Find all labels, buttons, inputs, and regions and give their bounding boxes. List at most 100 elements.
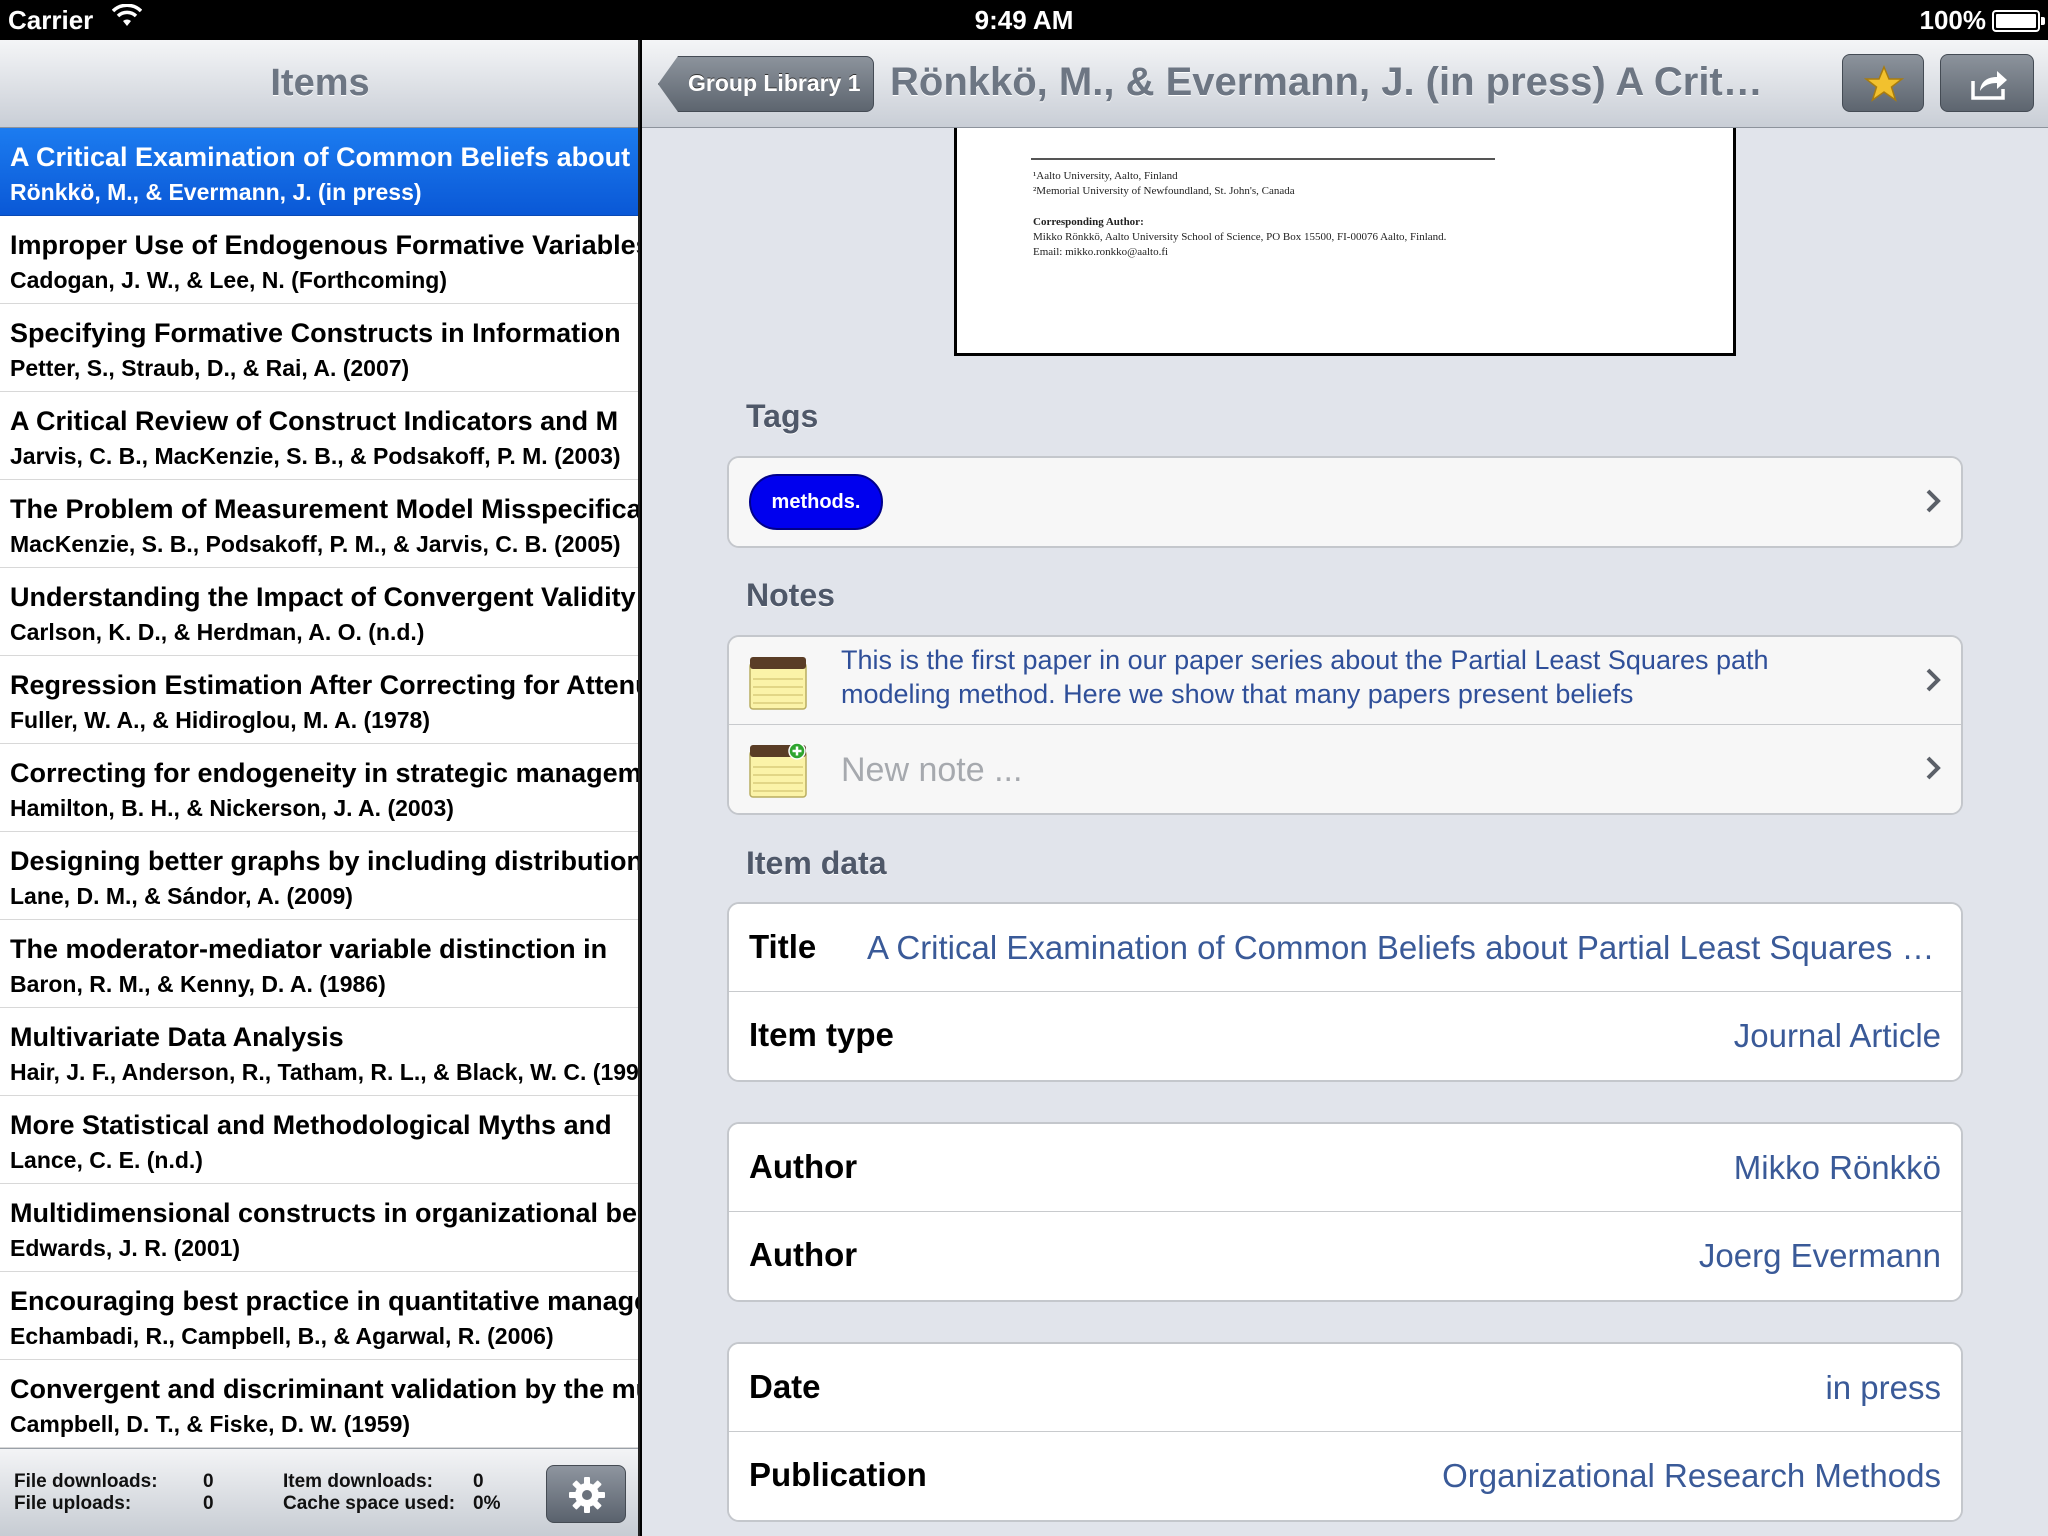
field-label: Title bbox=[749, 928, 817, 965]
status-bar: Carrier 9:49 AM 100% bbox=[0, 0, 2048, 40]
file-uploads-label: File uploads: bbox=[14, 1493, 132, 1514]
new-note-placeholder: New note ... bbox=[841, 751, 1023, 789]
tags-row[interactable]: methods. bbox=[729, 458, 1961, 546]
list-item[interactable]: The Problem of Measurement Model Misspec… bbox=[0, 480, 640, 568]
note-row[interactable]: This is the first paper in our paper ser… bbox=[729, 637, 1961, 725]
items-toolbar: File downloads: 0 File uploads: 0 Item d… bbox=[0, 1448, 638, 1536]
field-label: Publication bbox=[749, 1456, 927, 1493]
gear-icon bbox=[569, 1477, 605, 1513]
item-authors: MacKenzie, S. B., Podsakoff, P. M., & Ja… bbox=[10, 531, 621, 557]
list-item[interactable]: More Statistical and Methodological Myth… bbox=[0, 1096, 638, 1184]
item-authors: Lane, D. M., & Sándor, A. (2009) bbox=[10, 883, 353, 909]
item-title: Designing better graphs by including dis… bbox=[10, 846, 640, 876]
field-value: in press bbox=[1825, 1369, 1941, 1406]
field-value: A Critical Examination of Common Beliefs… bbox=[867, 929, 1941, 966]
item-list[interactable]: A Critical Examination of Common Beliefs… bbox=[0, 128, 640, 1448]
item-authors: Echambadi, R., Campbell, B., & Agarwal, … bbox=[10, 1323, 554, 1349]
field-label: Author bbox=[749, 1236, 858, 1273]
field-value: Journal Article bbox=[1733, 1017, 1941, 1054]
item-title: A Critical Examination of Common Beliefs… bbox=[10, 142, 631, 172]
new-note-row[interactable]: New note ... bbox=[729, 725, 1961, 813]
item-authors: Fuller, W. A., & Hidiroglou, M. A. (1978… bbox=[10, 707, 430, 733]
detail-title: Rönkkö, M., & Evermann, J. (in press) A … bbox=[890, 60, 1763, 104]
item-authors: Cadogan, J. W., & Lee, N. (Forthcoming) bbox=[10, 267, 448, 293]
back-button-label: Group Library 1 bbox=[688, 70, 861, 96]
item-title: The Problem of Measurement Model Misspec… bbox=[10, 494, 640, 524]
preview-line: ¹Aalto University, Aalto, Finland bbox=[1033, 170, 1178, 182]
list-item[interactable]: Multidimensional constructs in organizat… bbox=[0, 1184, 638, 1272]
note-icon bbox=[749, 657, 807, 710]
list-item[interactable]: Convergent and discriminant validation b… bbox=[0, 1360, 638, 1448]
chevron-right-icon bbox=[1926, 756, 1941, 780]
field-value: Joerg Evermann bbox=[1698, 1237, 1941, 1274]
list-item[interactable]: Multivariate Data Analysis Hair, J. F., … bbox=[0, 1008, 640, 1096]
item-authors: Lance, C. E. (n.d.) bbox=[10, 1147, 203, 1173]
battery-icon bbox=[1992, 10, 2045, 32]
field-value: Mikko Rönkkö bbox=[1733, 1149, 1941, 1186]
item-title: Multivariate Data Analysis bbox=[10, 1022, 344, 1052]
list-item[interactable]: A Critical Review of Construct Indicator… bbox=[0, 392, 638, 480]
item-title: Multidimensional constructs in organizat… bbox=[10, 1198, 638, 1228]
list-item[interactable]: A Critical Examination of Common Beliefs… bbox=[0, 128, 638, 216]
item-authors: Jarvis, C. B., MacKenzie, S. B., & Podsa… bbox=[10, 443, 621, 469]
item-authors: Edwards, J. R. (2001) bbox=[10, 1235, 241, 1261]
share-button[interactable] bbox=[1940, 54, 2034, 112]
notes-group: This is the first paper in our paper ser… bbox=[727, 635, 1963, 815]
list-item[interactable]: The moderator-mediator variable distinct… bbox=[0, 920, 638, 1008]
list-item[interactable]: Improper Use of Endogenous Formative Var… bbox=[0, 216, 640, 304]
item-title: Encouraging best practice in quantitativ… bbox=[10, 1286, 638, 1316]
item-title: Improper Use of Endogenous Formative Var… bbox=[10, 230, 640, 260]
chevron-right-icon bbox=[1926, 489, 1941, 513]
settings-button[interactable] bbox=[546, 1465, 626, 1523]
list-item[interactable]: Correcting for endogeneity in strategic … bbox=[0, 744, 640, 832]
list-item[interactable]: Understanding the Impact of Convergent V… bbox=[0, 568, 638, 656]
item-title: Correcting for endogeneity in strategic … bbox=[10, 758, 640, 788]
item-detail-pane: Group Library 1 Rönkkö, M., & Evermann, … bbox=[642, 40, 2048, 1536]
back-button[interactable]: Group Library 1 bbox=[658, 56, 874, 112]
item-title: A Critical Review of Construct Indicator… bbox=[10, 406, 619, 436]
field-row-author[interactable]: Author Joerg Evermann bbox=[729, 1212, 1961, 1300]
attachment-preview[interactable]: ¹Aalto University, Aalto, Finland ²Memor… bbox=[954, 128, 1736, 356]
field-value: Organizational Research Methods bbox=[1442, 1457, 1941, 1494]
item-downloads-label: Item downloads: bbox=[283, 1471, 433, 1492]
detail-nav-bar: Group Library 1 Rönkkö, M., & Evermann, … bbox=[642, 40, 2048, 128]
field-label: Date bbox=[749, 1368, 821, 1405]
preview-rule bbox=[1031, 158, 1495, 160]
item-authors: Petter, S., Straub, D., & Rai, A. (2007) bbox=[10, 355, 410, 381]
tags-section-label: Tags bbox=[746, 398, 819, 434]
list-item[interactable]: Designing better graphs by including dis… bbox=[0, 832, 640, 920]
file-uploads-value: 0 bbox=[203, 1493, 214, 1514]
preview-line: Email: mikko.ronkko@aalto.fi bbox=[1033, 246, 1169, 258]
list-item[interactable]: Encouraging best practice in quantitativ… bbox=[0, 1272, 638, 1360]
publication-group: Date in press Publication Organizational… bbox=[727, 1342, 1963, 1522]
favorite-button[interactable] bbox=[1842, 54, 1924, 112]
item-title: More Statistical and Methodological Myth… bbox=[10, 1110, 612, 1140]
note-text: This is the first paper in our paper ser… bbox=[841, 645, 1769, 709]
item-title: Regression Estimation After Correcting f… bbox=[10, 670, 638, 700]
list-item[interactable]: Specifying Formative Constructs in Infor… bbox=[0, 304, 638, 392]
item-title: Convergent and discriminant validation b… bbox=[10, 1374, 638, 1404]
field-row-title[interactable]: Title A Critical Examination of Common B… bbox=[729, 904, 1961, 992]
item-downloads-value: 0 bbox=[473, 1471, 484, 1492]
items-title: Items bbox=[270, 62, 370, 104]
field-row-author[interactable]: Author Mikko Rönkkö bbox=[729, 1124, 1961, 1212]
cache-space-label: Cache space used: bbox=[283, 1493, 456, 1514]
preview-line: Corresponding Author: bbox=[1033, 216, 1144, 228]
item-authors: Hair, J. F., Anderson, R., Tatham, R. L.… bbox=[10, 1059, 640, 1085]
item-title: Specifying Formative Constructs in Infor… bbox=[10, 318, 621, 348]
list-item[interactable]: Regression Estimation After Correcting f… bbox=[0, 656, 638, 744]
items-pane: Items A Critical Examination of Common B… bbox=[0, 40, 640, 1536]
item-authors: Rönkkö, M., & Evermann, J. (in press) bbox=[10, 179, 422, 205]
field-label: Author bbox=[749, 1148, 858, 1185]
item-data-group: Title A Critical Examination of Common B… bbox=[727, 902, 1963, 1082]
item-authors: Baron, R. M., & Kenny, D. A. (1986) bbox=[10, 971, 386, 997]
cache-space-value: 0% bbox=[473, 1493, 501, 1514]
add-note-icon bbox=[749, 743, 807, 798]
preview-line: ²Memorial University of Newfoundland, St… bbox=[1033, 185, 1295, 197]
field-row-publication[interactable]: Publication Organizational Research Meth… bbox=[729, 1432, 1961, 1520]
field-row-date[interactable]: Date in press bbox=[729, 1344, 1961, 1432]
tags-group: methods. bbox=[727, 456, 1963, 548]
field-row-item-type[interactable]: Item type Journal Article bbox=[729, 992, 1961, 1080]
item-data-section-label: Item data bbox=[746, 845, 887, 881]
file-downloads-value: 0 bbox=[203, 1471, 214, 1492]
